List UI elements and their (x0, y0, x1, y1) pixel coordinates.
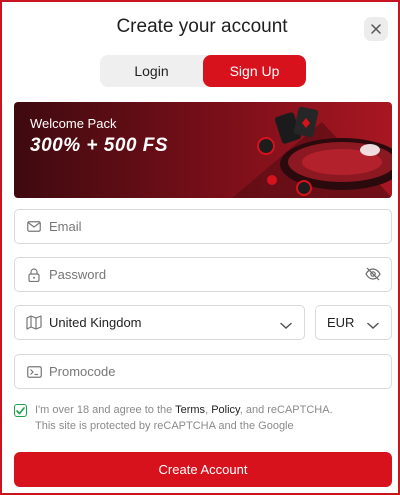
consent-text: I'm over 18 and agree to the Terms, Poli… (35, 402, 375, 434)
country-select[interactable]: United Kingdom (14, 305, 305, 340)
checkmark-icon (16, 406, 25, 414)
close-icon (371, 24, 381, 34)
consent-prefix: I'm over 18 and agree to the (35, 404, 176, 416)
consent-line-2: This site is protected by reCAPTCHA and … (35, 420, 294, 432)
close-button[interactable] (364, 17, 388, 41)
modal-title: Create your account (116, 16, 288, 37)
terms-link[interactable]: Terms (175, 404, 205, 416)
promocode-field[interactable]: Promocode (14, 354, 392, 389)
map-icon (25, 314, 43, 332)
currency-select[interactable]: EUR (315, 305, 392, 340)
age-consent-checkbox[interactable] (14, 404, 27, 417)
ticket-icon (25, 363, 43, 381)
banner-subtitle: Welcome Pack (30, 116, 117, 131)
auth-tabs: Login Sign Up (100, 55, 306, 87)
lock-icon (25, 266, 43, 284)
currency-value: EUR (327, 315, 355, 330)
signup-modal: Create your account Login Sign Up Welcom… (0, 0, 400, 495)
policy-link[interactable]: Policy (211, 404, 240, 416)
chevron-down-icon (367, 317, 379, 335)
chevron-down-icon (280, 317, 292, 335)
banner-headline: 300% + 500 FS (30, 135, 169, 156)
eye-off-icon[interactable] (365, 267, 381, 286)
promocode-placeholder: Promocode (49, 364, 116, 379)
country-value: United Kingdom (49, 315, 142, 330)
tab-signup[interactable]: Sign Up (203, 55, 306, 87)
password-placeholder: Password (49, 267, 107, 282)
consent-line-1: I'm over 18 and agree to the Terms, Poli… (35, 402, 375, 418)
email-field[interactable]: Email (14, 209, 392, 244)
consent-suffix: , and reCAPTCHA. (239, 404, 333, 416)
create-account-button[interactable]: Create Account (14, 452, 392, 487)
envelope-icon (25, 218, 43, 236)
password-field[interactable]: Password (14, 257, 392, 292)
welcome-banner: Welcome Pack 300% + 500 FS (14, 102, 392, 198)
casino-table-illustration (232, 106, 392, 198)
email-placeholder: Email (49, 219, 82, 234)
tab-login[interactable]: Login (100, 55, 203, 87)
